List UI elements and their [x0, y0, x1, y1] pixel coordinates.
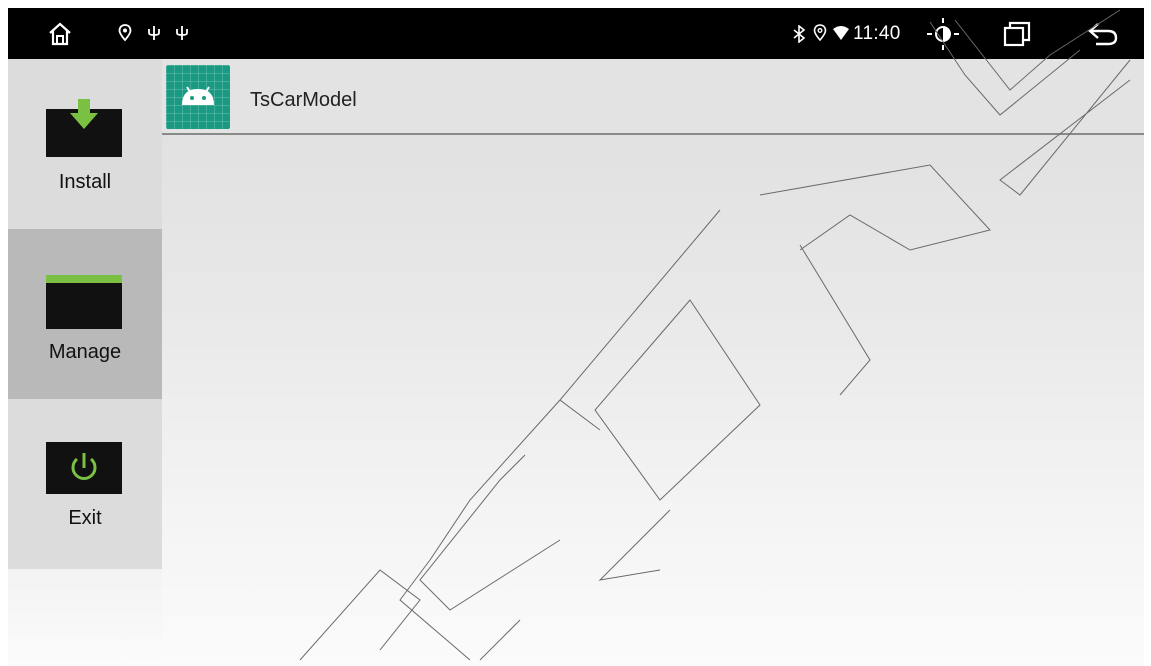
sidebar-item-exit[interactable]: Exit	[8, 399, 162, 569]
status-bar: 11:40	[8, 8, 1144, 59]
usb-icon	[176, 26, 188, 40]
location-pin-icon	[118, 24, 132, 42]
download-arrow-icon	[46, 99, 122, 157]
wifi-icon	[833, 26, 849, 40]
clock: 11:40	[853, 23, 901, 44]
sidebar-item-label: Exit	[68, 507, 102, 529]
power-icon	[46, 442, 122, 494]
brightness-icon[interactable]	[926, 17, 960, 51]
folder-icon	[46, 275, 122, 329]
app-list-item[interactable]: TsCarModel	[162, 59, 1144, 135]
sidebar-item-label: Manage	[48, 341, 122, 363]
bluetooth-icon	[793, 25, 806, 43]
app-name: TsCarModel	[250, 89, 357, 111]
sidebar-footer-space	[8, 569, 162, 666]
sidebar: Install Manage Exit	[8, 59, 162, 569]
sidebar-item-label: Install	[58, 171, 112, 193]
location-icon	[813, 24, 827, 42]
android-app-icon	[166, 65, 230, 129]
home-icon[interactable]	[46, 20, 74, 48]
sidebar-item-install[interactable]: Install	[8, 59, 162, 229]
recent-apps-icon[interactable]	[1002, 20, 1032, 48]
app-list-panel: TsCarModel	[162, 59, 1144, 666]
sidebar-item-manage[interactable]: Manage	[8, 229, 162, 399]
usb-icon	[148, 26, 160, 40]
back-icon[interactable]	[1086, 20, 1120, 48]
